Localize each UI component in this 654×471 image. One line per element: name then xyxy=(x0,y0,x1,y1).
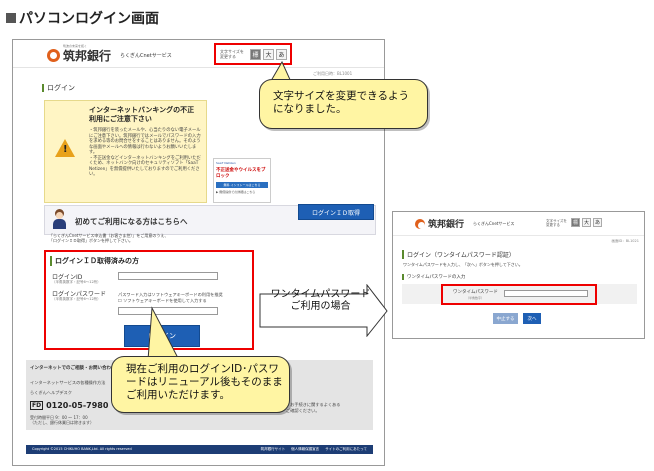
first-time-heading: 初めてご利用になる方はこちらへ xyxy=(75,217,188,226)
font-size-standard-button[interactable]: 標 xyxy=(250,48,261,60)
exclamation-icon: ! xyxy=(63,144,68,155)
footer-link-privacy[interactable]: 個人情報保護宣言 xyxy=(291,447,319,452)
install-button[interactable]: 無料 インストールはこちら xyxy=(216,182,268,188)
footer-link-terms[interactable]: サイトのご利用にあたって xyxy=(325,447,367,452)
security-software-banner[interactable]: SaaT Netizen 不正送金やウイルスをブロック 無料 インストールはこち… xyxy=(213,158,271,203)
font-size-large-button[interactable]: 大 xyxy=(263,48,274,60)
screen-id: ご利用日時：BL1001 xyxy=(313,71,353,76)
bank-logo[interactable]: 筑波の未来を拓く 筑邦銀行 らくぎんCnetサービス xyxy=(47,44,172,64)
next-button[interactable]: 次へ xyxy=(523,313,541,324)
site-header: 筑波の未来を拓く 筑邦銀行 らくぎんCnetサービス 文字サイズを変更する 標 … xyxy=(13,40,384,68)
otp-description: ワンタイムパスワードを入力し、「次へ」ボタンを押して下さい。 xyxy=(403,262,523,267)
warning-body: ・筑邦銀行を装ったメールや、心当たりのない電子メールにご注意下さい。筑邦銀行では… xyxy=(89,128,201,177)
otp-section-title: ワンタイムパスワードの入力 xyxy=(402,274,465,280)
password-input[interactable] xyxy=(118,307,218,315)
bank-logo-icon xyxy=(47,49,60,62)
login-form-heading: ログインＩＤ取得済みの方 xyxy=(50,256,139,266)
guide-person-icon xyxy=(52,209,67,229)
otp-login-screenshot: 筑邦銀行 らくぎんCnetサービス 文字サイズを変更する 標 大 あ 画面ID：… xyxy=(392,211,645,339)
font-size-xlarge-button[interactable]: あ xyxy=(593,218,602,227)
otp-bank-logo[interactable]: 筑邦銀行 らくぎんCnetサービス xyxy=(415,217,514,230)
login-button[interactable]: ログイン xyxy=(124,325,200,347)
warning-title: インターネットバンキングの不正利用にご注意下さい xyxy=(89,106,195,123)
otp-arrow-label: ワンタイムパスワードご利用の場合 xyxy=(270,289,371,312)
otp-header: 筑邦銀行 らくぎんCnetサービス 文字サイズを変更する 標 大 あ xyxy=(393,212,644,236)
otp-input[interactable] xyxy=(504,290,588,297)
software-keyboard-option[interactable]: パスワード入力はソフトウェアキーボードの利用を推奨 ☐ ソフトウェアキーボードを… xyxy=(118,292,223,304)
font-size-callout: 文字サイズを変更できるようになりました。 xyxy=(259,79,428,129)
page-title: パソコンログイン画面 xyxy=(6,8,159,28)
otp-title: ログイン（ワンタイムパスワード認証） xyxy=(402,250,515,259)
font-size-standard-button[interactable]: 標 xyxy=(571,218,580,227)
site-footer: Copyright ©2015 CHIKUHO BANK,Ltd. All ri… xyxy=(26,445,373,454)
login-id-callout: 現在ご利用のログインID･パスワードはリニューアル後もそのままご利用いただけます… xyxy=(111,356,290,413)
get-login-id-button[interactable]: ログインＩＤ取得 xyxy=(298,204,374,220)
otp-field-label: ワンタイムパスワード xyxy=(453,290,498,295)
otp-font-size-switcher: 文字サイズを変更する 標 大 あ xyxy=(546,218,602,227)
service-hours: 受付時間平日 9：00 ～ 17：00 （ただし、銀行休業日は除きます） xyxy=(30,415,94,425)
font-size-xlarge-button[interactable]: あ xyxy=(276,48,287,60)
otp-screen-id: 画面ID：BL1021 xyxy=(611,239,640,243)
footer-link-bank-site[interactable]: 筑邦銀行サイト xyxy=(261,447,286,452)
free-dial-icon: FD xyxy=(30,401,44,410)
helpdesk-phone: FD 0120-05-7980 xyxy=(30,401,109,410)
font-size-switcher: 文字サイズを変更する 標 大 あ xyxy=(214,43,292,65)
cancel-button[interactable]: 中止する xyxy=(493,313,518,324)
login-id-input[interactable] xyxy=(118,272,218,280)
login-title: ログイン xyxy=(42,84,75,92)
bank-logo-icon xyxy=(415,218,425,229)
font-size-large-button[interactable]: 大 xyxy=(582,218,591,227)
fraud-warning-box: ! インターネットバンキングの不正利用にご注意下さい ・筑邦銀行を装ったメールや… xyxy=(44,100,207,203)
first-time-note: 「らくぎんCnetサービス申込書（お客さま控）」をご用意のうえ、 「ログインＩＤ… xyxy=(49,233,169,243)
bullet-square-icon xyxy=(6,13,16,23)
existing-user-login-form: ログインＩＤ取得済みの方 ログインID （半角英数字・記号6～12桁） ログイン… xyxy=(44,250,254,350)
